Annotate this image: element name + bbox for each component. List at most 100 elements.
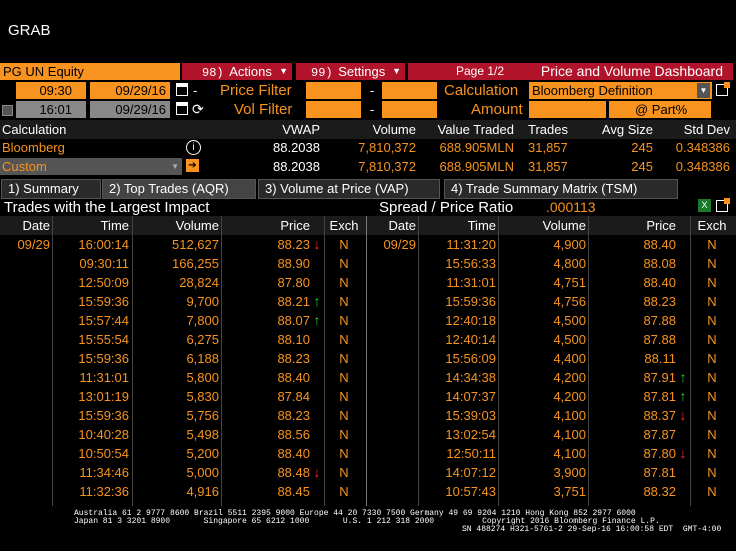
cell-date xyxy=(368,368,416,387)
refresh-icon[interactable]: ⟳ xyxy=(192,101,204,118)
tab-top-trades[interactable]: 2) Top Trades (AQR) xyxy=(102,179,256,199)
vol-filter-label: Vol Filter xyxy=(234,101,293,118)
table-row[interactable]: 11:34:46 5,000 88.48 ↓ N 14:07:12 3,900 87.81 N xyxy=(0,463,736,482)
table-row[interactable]: 10:40:28 5,498 88.56 N 13:02:54 4,100 87.87 N xyxy=(0,425,736,444)
cell-price: 88.23 xyxy=(277,351,310,366)
chevron-down-icon: ▼ xyxy=(279,66,288,76)
tab-summary[interactable]: 1) Summary xyxy=(1,179,101,199)
dash-label: - xyxy=(193,83,198,98)
trades-value: 31,857 xyxy=(528,140,568,155)
cell-date xyxy=(368,292,416,311)
cell-exch: N xyxy=(707,446,717,461)
cell-exch: N xyxy=(339,294,349,309)
settings-menu[interactable]: 99) Settings ▼ xyxy=(296,63,405,80)
cell-time: 09:30:11 xyxy=(79,256,129,271)
cell-exch: N xyxy=(339,389,349,404)
header-volume: Volume xyxy=(175,218,219,233)
calendar-icon[interactable] xyxy=(176,102,188,115)
cell-volume: 4,756 xyxy=(553,294,586,309)
cell-exch: N xyxy=(707,484,717,499)
vol-filter-max[interactable] xyxy=(382,101,437,118)
table-row[interactable]: 09/29 16:00:14 512,627 88.23 ↓ N 09/29 11:31:20… xyxy=(0,235,736,254)
price-filter-max[interactable] xyxy=(382,82,437,99)
header-volume: Volume xyxy=(372,122,416,137)
calendar-icon[interactable] xyxy=(176,83,188,96)
column-divider xyxy=(690,216,691,506)
cell-date xyxy=(368,349,416,368)
cell-time: 15:56:33 xyxy=(445,256,496,271)
cell-volume: 3,900 xyxy=(553,465,586,480)
table-row[interactable]: 15:55:54 6,275 88.10 N 12:40:14 4,500 87.88 N xyxy=(0,330,736,349)
cell-time: 15:59:36 xyxy=(78,294,129,309)
table-row[interactable]: 11:31:01 5,800 88.40 N 14:34:38 4,200 87.91 ↑ N xyxy=(0,368,736,387)
price-change-arrow-icon: ↑ xyxy=(679,388,687,404)
cell-time: 15:59:36 xyxy=(78,351,129,366)
checkbox[interactable] xyxy=(2,105,13,116)
start-time-field[interactable]: 09:30 xyxy=(16,82,86,99)
price-filter-min[interactable] xyxy=(306,82,361,99)
start-date-field[interactable]: 09/29/16 xyxy=(90,82,170,99)
export-icon[interactable]: ➔ xyxy=(186,159,199,172)
price-change-arrow-icon: ↓ xyxy=(313,236,321,252)
vol-filter-min[interactable] xyxy=(306,101,361,118)
table-row[interactable]: 15:57:44 7,800 88.07 ↑ N 12:40:18 4,500 87.88 N xyxy=(0,311,736,330)
cell-date xyxy=(0,368,50,387)
cell-volume: 4,900 xyxy=(553,237,586,252)
ticker-field[interactable]: PG UN Equity xyxy=(0,63,180,80)
popout-icon[interactable] xyxy=(716,198,730,212)
cell-volume: 5,756 xyxy=(186,408,219,423)
tab-volume-at-price[interactable]: 3) Volume at Price (VAP) xyxy=(258,179,440,199)
table-row[interactable]: 09:30:11 166,255 88.90 N 15:56:33 4,800 88.08 N xyxy=(0,254,736,273)
header-exch: Exch xyxy=(329,218,359,233)
volume-value: 7,810,372 xyxy=(358,159,416,174)
calculation-select[interactable]: Bloomberg Definition xyxy=(529,82,712,99)
chevron-down-icon[interactable]: ▼ xyxy=(697,83,710,98)
price-filter-label: Price Filter xyxy=(220,82,292,99)
table-row[interactable]: 10:50:54 5,200 88.40 N 12:50:11 4,100 87.80 ↓ N xyxy=(0,444,736,463)
tab-trade-summary-matrix[interactable]: 4) Trade Summary Matrix (TSM) xyxy=(444,179,678,199)
cell-price: 88.48 xyxy=(277,465,310,480)
cell-price: 88.40 xyxy=(643,275,676,290)
summary-header: Calculation VWAP Volume Value Traded Tra… xyxy=(0,120,736,139)
actions-menu[interactable]: 98) Actions ▼ xyxy=(182,63,292,80)
trades-table-header: Date Time Volume Price Exch Date Time Vo… xyxy=(0,216,736,235)
excel-icon[interactable]: X xyxy=(698,199,711,212)
popout-icon[interactable] xyxy=(716,82,730,96)
cell-time: 15:59:36 xyxy=(445,294,496,309)
end-date-field[interactable]: 09/29/16 xyxy=(90,101,170,118)
table-row[interactable]: 15:59:36 9,700 88.21 ↑ N 15:59:36 4,756 88.23 N xyxy=(0,292,736,311)
amount-field[interactable] xyxy=(529,101,606,118)
custom-select[interactable]: Custom ▼ xyxy=(0,158,182,175)
avg-size-value: 245 xyxy=(631,159,653,174)
amount-mode-field[interactable]: @ Part% xyxy=(609,101,711,118)
header-vwap: VWAP xyxy=(282,122,320,137)
table-row[interactable]: 15:59:36 6,188 88.23 N 15:56:09 4,400 88.11 N xyxy=(0,349,736,368)
cell-volume: 4,200 xyxy=(553,389,586,404)
end-time-field[interactable]: 16:01 xyxy=(16,101,86,118)
column-divider xyxy=(132,216,133,506)
cell-time: 16:00:14 xyxy=(78,237,129,252)
cell-date xyxy=(368,311,416,330)
cell-time: 14:34:38 xyxy=(445,370,496,385)
volume-value: 7,810,372 xyxy=(358,140,416,155)
cell-price: 88.23 xyxy=(277,237,310,252)
table-row[interactable]: 15:59:36 5,756 88.23 N 15:39:03 4,100 88.37 ↓ N xyxy=(0,406,736,425)
column-divider xyxy=(52,216,53,506)
price-change-arrow-icon xyxy=(311,368,323,387)
cell-volume: 512,627 xyxy=(172,237,219,252)
cell-exch: N xyxy=(707,389,717,404)
cell-date: 09/29 xyxy=(383,237,416,252)
cell-exch: N xyxy=(339,313,349,328)
table-row[interactable]: 12:50:09 28,824 87.80 N 11:31:01 4,751 88.40 N xyxy=(0,273,736,292)
table-row[interactable]: 13:01:19 5,830 87.84 N 14:07:37 4,200 87.81 ↑ N xyxy=(0,387,736,406)
dash-label: - xyxy=(370,102,375,117)
info-icon[interactable]: i xyxy=(186,140,201,155)
cell-price: 88.10 xyxy=(277,332,310,347)
amount-label: Amount xyxy=(471,101,523,118)
column-divider xyxy=(498,216,499,506)
trades-value: 31,857 xyxy=(528,159,568,174)
footer-line-3: SN 488274 H321-5761-2 29-Sep-16 16:00:58… xyxy=(462,525,722,534)
cell-volume: 5,830 xyxy=(186,389,219,404)
table-row[interactable]: 11:32:36 4,916 88.45 N 10:57:43 3,751 88.32 N xyxy=(0,482,736,501)
cell-volume: 7,800 xyxy=(186,313,219,328)
